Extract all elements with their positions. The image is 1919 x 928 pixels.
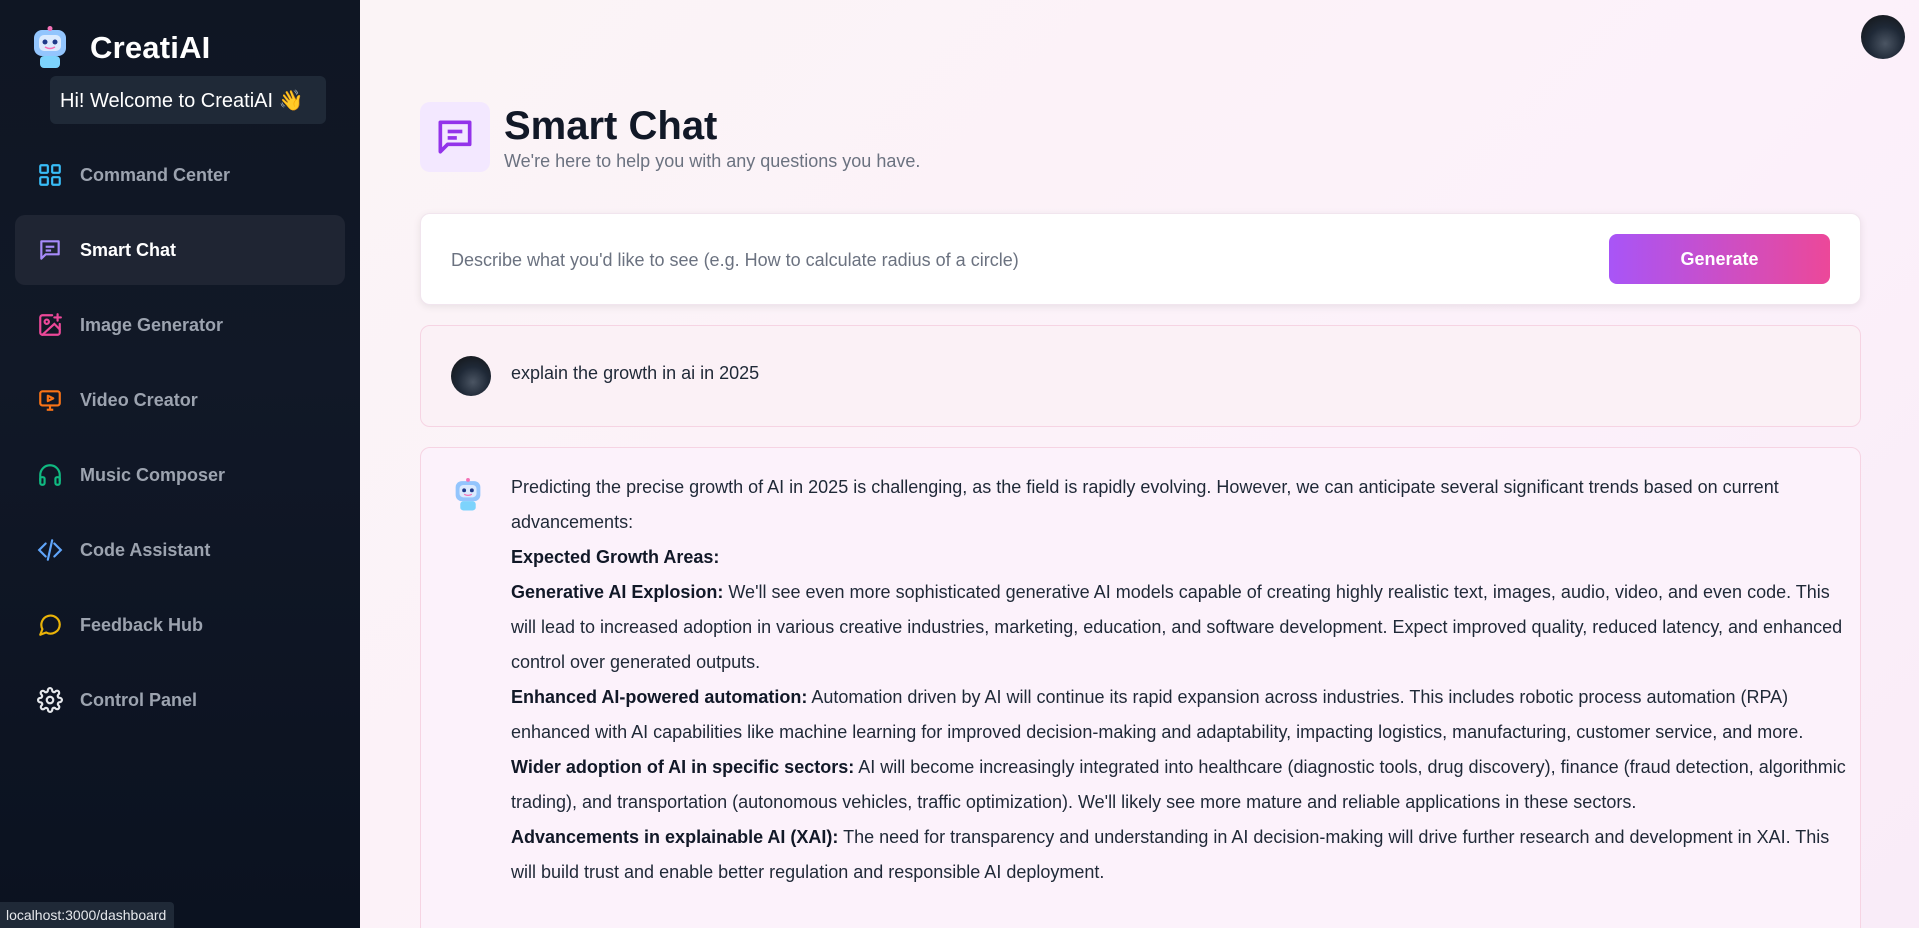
page-subtitle: We're here to help you with any question…	[504, 150, 921, 171]
avatar	[451, 356, 491, 396]
list-item: Wider adoption of AI in specific sectors…	[511, 750, 1846, 820]
bot-heading: Expected Growth Areas:	[511, 547, 720, 567]
list-item: Generative AI Explosion: We'll see even …	[511, 575, 1846, 680]
prompt-form: Generate	[420, 213, 1861, 305]
user-message: explain the growth in ai in 2025	[420, 325, 1861, 427]
brand[interactable]: CreatiAI	[30, 26, 210, 70]
brand-name: CreatiAI	[90, 30, 211, 65]
sidebar-item-label: Command Center	[80, 164, 231, 185]
chat-icon	[35, 235, 65, 265]
user-message-text: explain the growth in ai in 2025	[511, 363, 760, 383]
point-title: Wider adoption of AI in specific sectors…	[511, 757, 855, 777]
headphones-icon	[35, 460, 65, 490]
sidebar-item-control-panel[interactable]: Control Panel	[15, 665, 345, 735]
code-icon	[35, 535, 65, 565]
point-title: Generative AI Explosion:	[511, 582, 724, 602]
robot-logo-icon	[34, 26, 66, 68]
bot-intro: Predicting the precise growth of AI in 2…	[511, 477, 1779, 532]
user-avatar[interactable]	[1861, 15, 1905, 59]
robot-avatar-icon	[455, 478, 481, 511]
sidebar-item-video-creator[interactable]: Video Creator	[15, 365, 345, 435]
sidebar-item-feedback-hub[interactable]: Feedback Hub	[15, 590, 345, 660]
sidebar-item-music-composer[interactable]: Music Composer	[15, 440, 345, 510]
status-bar-url: localhost:3000/dashboard	[0, 902, 175, 928]
page-header: Smart Chat We're here to help you with a…	[420, 102, 920, 172]
sidebar-item-label: Control Panel	[80, 689, 198, 710]
sidebar-nav: Command Center Smart Chat Image Generato…	[15, 140, 345, 740]
bot-message-text: Predicting the precise growth of AI in 2…	[511, 470, 1846, 890]
sidebar-item-smart-chat[interactable]: Smart Chat	[15, 215, 345, 285]
sidebar-item-label: Music Composer	[80, 464, 226, 485]
sidebar-item-command-center[interactable]: Command Center	[15, 140, 345, 210]
sidebar: CreatiAI Hi! Welcome to CreatiAI 👋 Comma…	[0, 0, 360, 928]
page-title: Smart Chat	[504, 103, 718, 148]
main-content: Smart Chat We're here to help you with a…	[360, 0, 1919, 928]
chat-icon	[420, 102, 490, 172]
point-title: Enhanced AI-powered automation:	[511, 687, 808, 707]
sidebar-item-label: Code Assistant	[80, 539, 211, 560]
list-item: Advancements in explainable AI (XAI): Th…	[511, 820, 1846, 890]
gear-icon	[35, 685, 65, 715]
grid-icon	[35, 160, 65, 190]
sidebar-item-label: Image Generator	[80, 314, 224, 335]
sidebar-item-code-assistant[interactable]: Code Assistant	[15, 515, 345, 585]
sidebar-item-label: Smart Chat	[80, 239, 177, 260]
message-circle-icon	[35, 610, 65, 640]
sidebar-item-label: Video Creator	[80, 389, 198, 410]
video-icon	[35, 385, 65, 415]
point-title: Advancements in explainable AI (XAI):	[511, 827, 839, 847]
list-item: Enhanced AI-powered automation: Automati…	[511, 680, 1846, 750]
generate-button[interactable]: Generate	[1609, 234, 1830, 284]
bot-message: Predicting the precise growth of AI in 2…	[420, 447, 1861, 928]
sidebar-item-label: Feedback Hub	[80, 614, 204, 635]
prompt-input[interactable]	[451, 239, 1531, 281]
sidebar-item-image-generator[interactable]: Image Generator	[15, 290, 345, 360]
welcome-tooltip: Hi! Welcome to CreatiAI 👋	[50, 76, 326, 124]
image-plus-icon	[35, 310, 65, 340]
